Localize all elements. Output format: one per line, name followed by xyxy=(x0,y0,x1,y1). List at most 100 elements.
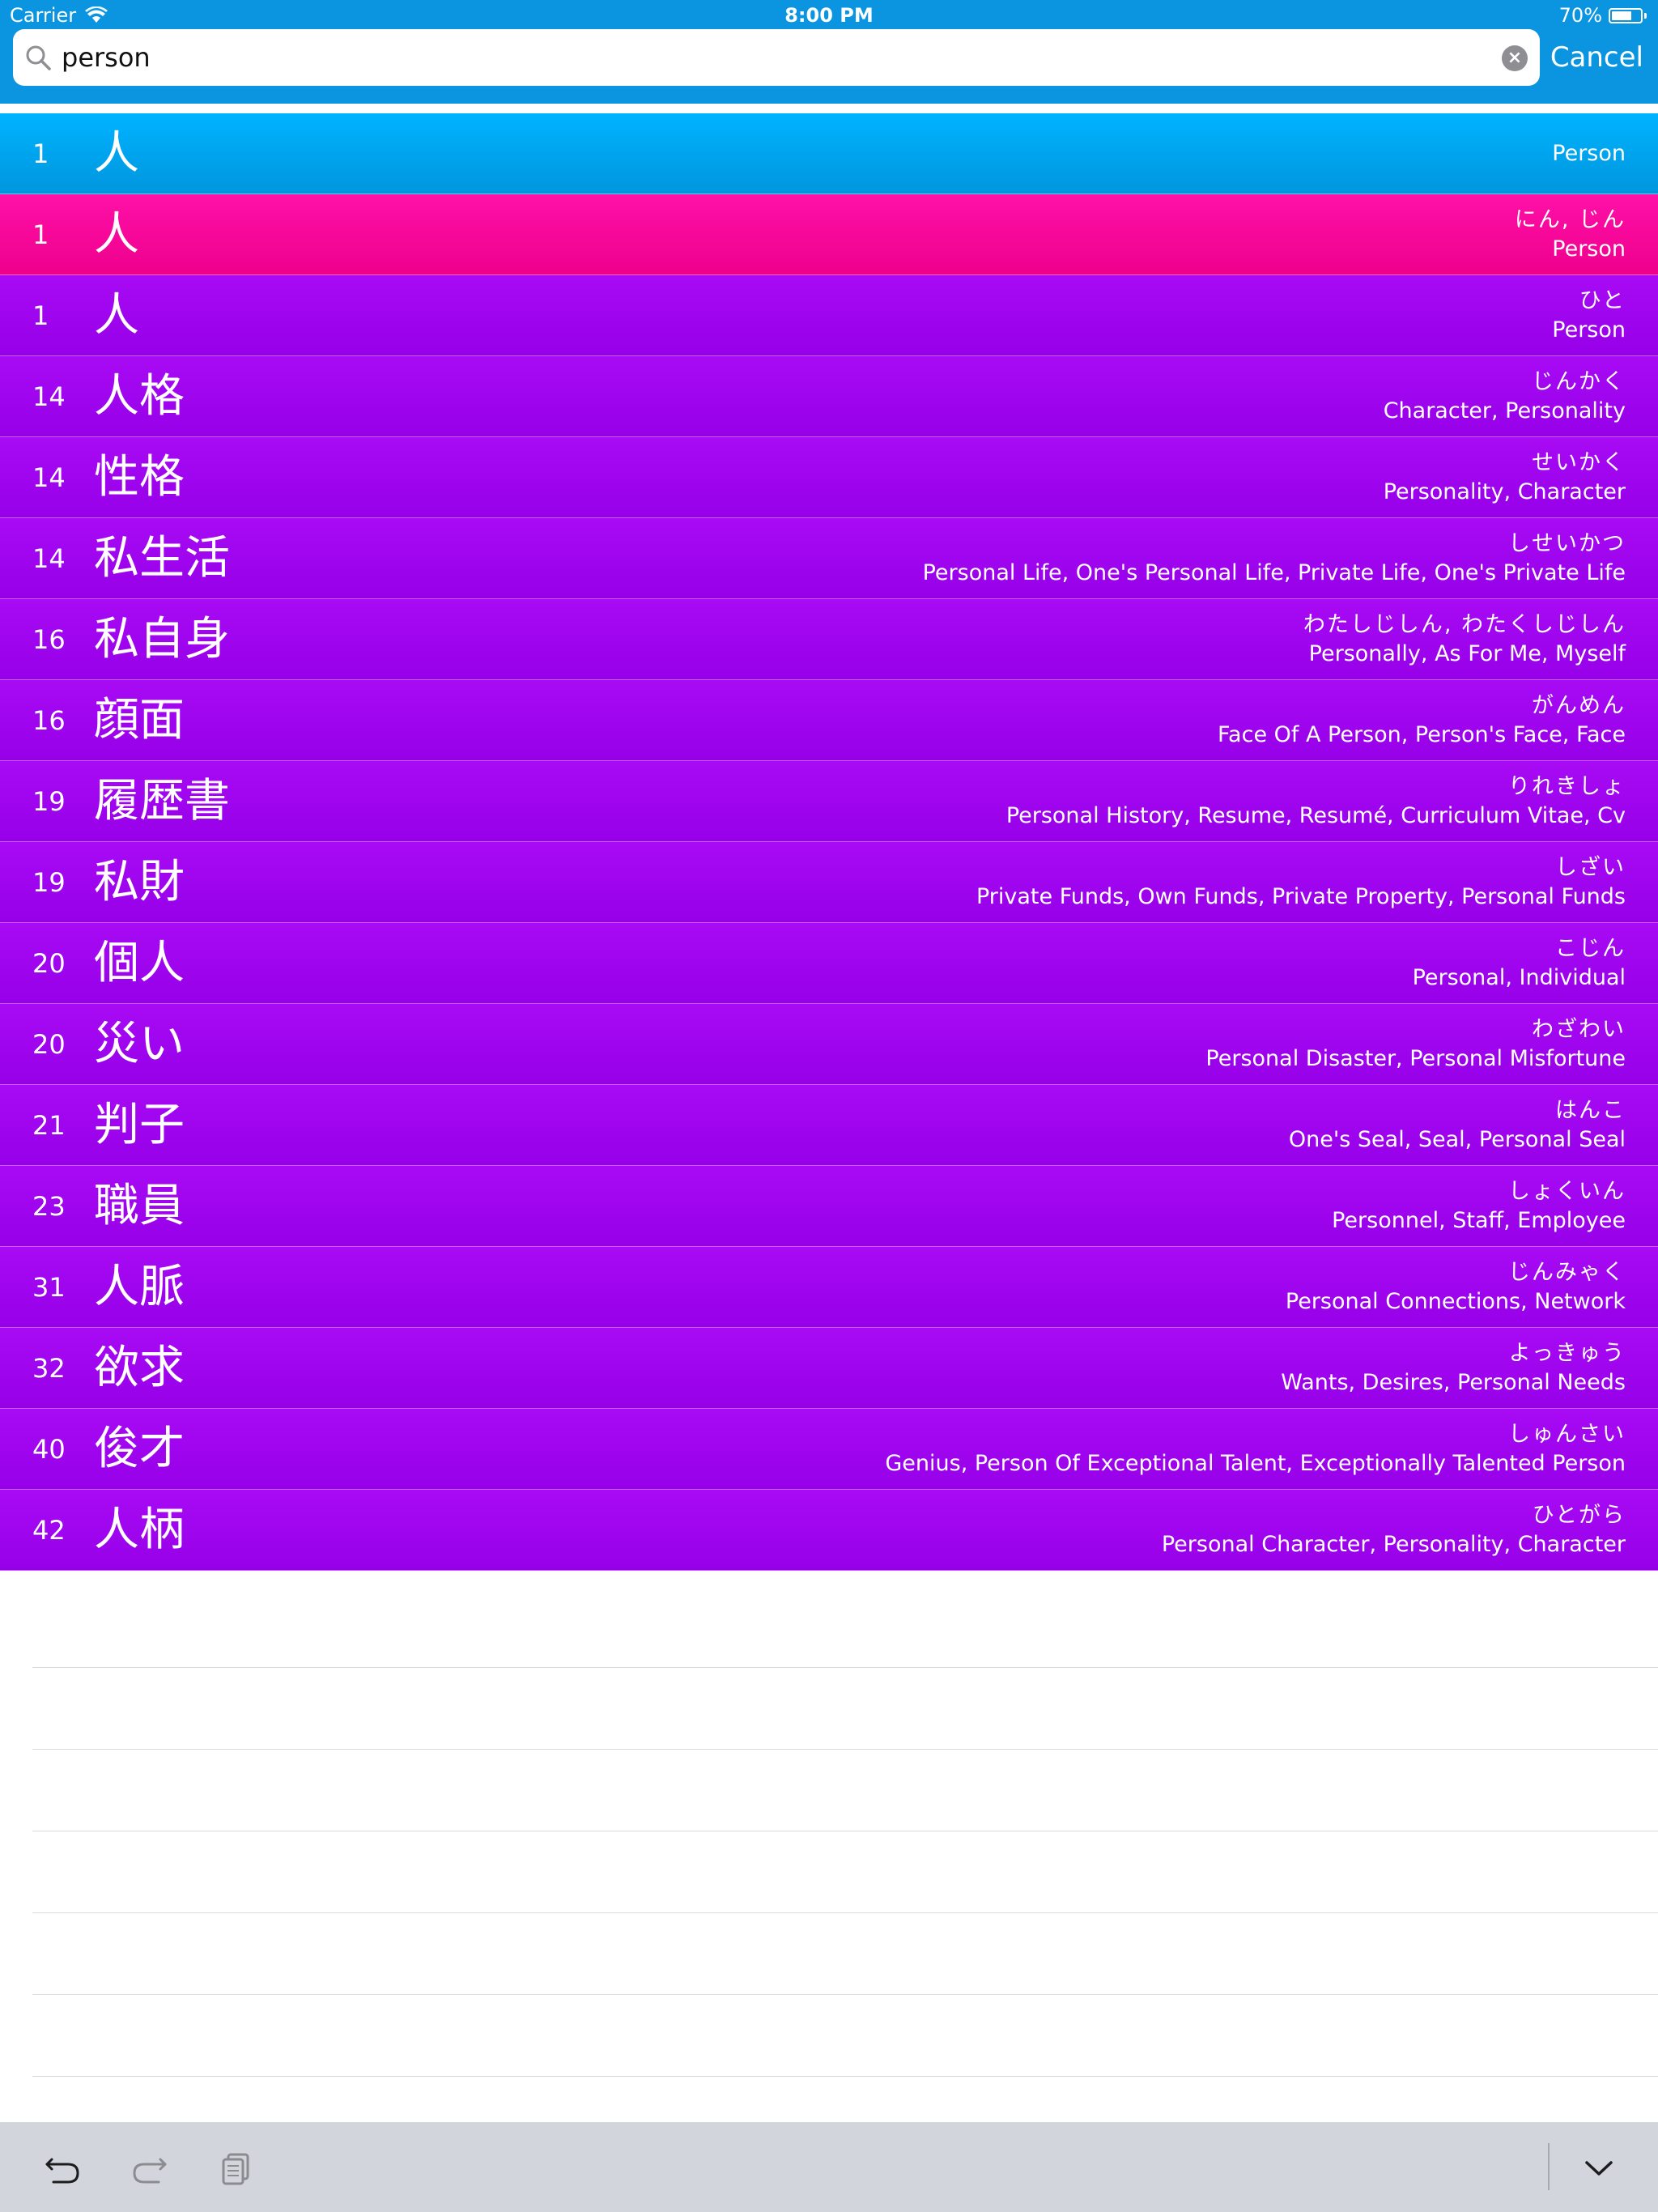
result-meaning: Personally, As For Me, Myself xyxy=(1308,641,1626,666)
redo-icon[interactable] xyxy=(130,2148,170,2189)
result-level: 40 xyxy=(32,1434,66,1465)
result-word: 性格 xyxy=(94,451,185,504)
result-meaning: Private Funds, Own Funds, Private Proper… xyxy=(976,884,1626,909)
result-word: 人 xyxy=(94,208,139,261)
result-level: 1 xyxy=(32,219,49,250)
result-row[interactable]: 1 人 Person xyxy=(0,113,1658,194)
result-word: 判子 xyxy=(94,1099,185,1151)
result-details: りれきしょ Personal History, Resume, Resumé, C… xyxy=(1006,761,1626,842)
result-row[interactable]: 19 履歴書 りれきしょ Personal History, Resume, Resu… xyxy=(0,761,1658,842)
status-bar: Carrier 8:00 PM 70% xyxy=(0,0,1658,31)
result-word: 個人 xyxy=(94,937,185,989)
result-reading: じんかく xyxy=(1532,369,1626,394)
clear-search-icon[interactable]: × xyxy=(1502,45,1528,71)
result-row[interactable]: 42 人柄 ひとがら Personal Character, Personality,… xyxy=(0,1490,1658,1571)
result-reading: りれきしょ xyxy=(1508,774,1626,799)
results-list: 1 人 Person 1 人にん, じん Person 1 人ひと Person 14 人格 じんかく… xyxy=(0,113,1658,1571)
result-row[interactable]: 14 性格 せいかく Personality, Character xyxy=(0,437,1658,518)
battery-percent: 70% xyxy=(1558,4,1602,27)
result-row[interactable]: 14 人格 じんかく Character, Personality xyxy=(0,356,1658,437)
result-meaning: Face Of A Person, Person's Face, Face xyxy=(1218,722,1626,747)
result-reading: わざわい xyxy=(1532,1017,1626,1042)
result-word: 私生活 xyxy=(94,532,230,585)
result-details: がんめん Face Of A Person, Person's Face, Fac… xyxy=(1218,680,1626,761)
result-row[interactable]: 1 人 ひと Person xyxy=(0,275,1658,356)
result-details: Person xyxy=(1552,113,1626,194)
result-details: ひとがら Personal Character, Personality, Cha… xyxy=(1162,1490,1626,1571)
result-level: 1 xyxy=(32,300,49,331)
result-reading: せいかく xyxy=(1532,450,1626,475)
result-level: 21 xyxy=(32,1110,66,1141)
result-reading: ひとがら xyxy=(1532,1503,1626,1528)
result-meaning: Personality, Character xyxy=(1383,479,1626,504)
result-level: 16 xyxy=(32,705,66,736)
result-details: わざわい Personal Disaster, Personal Misfortu… xyxy=(1205,1004,1626,1085)
result-meaning: Genius, Person Of Exceptional Talent, Ex… xyxy=(885,1451,1626,1476)
result-meaning: Personal History, Resume, Resumé, Curric… xyxy=(1005,803,1626,828)
result-word: 人 xyxy=(94,289,139,342)
empty-row-separator xyxy=(32,1912,1658,1913)
result-level: 14 xyxy=(32,381,66,412)
result-level: 42 xyxy=(32,1515,66,1546)
result-reading: にん, じん xyxy=(1514,207,1626,232)
result-row[interactable]: 20 災い わざわい Personal Disaster, Personal Misf… xyxy=(0,1004,1658,1085)
result-reading: しざい xyxy=(1555,855,1626,880)
clipboard-icon[interactable] xyxy=(217,2148,257,2189)
result-row[interactable]: 1 人 にん, じん Person xyxy=(0,194,1658,275)
result-level: 16 xyxy=(32,624,66,655)
result-details: しざい Private Funds, Own Funds, Private Pro… xyxy=(976,842,1626,923)
result-row[interactable]: 16 顔面 がんめん Face Of A Person, Person's Face,… xyxy=(0,680,1658,761)
result-row[interactable]: 40 俊才 しゅんさい Genius, Person Of Exceptional T… xyxy=(0,1409,1658,1490)
result-row[interactable]: 21 判子 はんこ One's Seal, Seal, Personal Seal xyxy=(0,1085,1658,1166)
result-reading: よっきゅう xyxy=(1508,1341,1626,1366)
result-row[interactable]: 20 個人 こじん Personal, Individual xyxy=(0,923,1658,1004)
result-reading: ひと xyxy=(1579,288,1626,313)
result-level: 23 xyxy=(32,1191,66,1222)
result-word: 欲求 xyxy=(94,1342,185,1394)
result-meaning: Person xyxy=(1552,236,1626,262)
result-row[interactable]: 23 職員 しょくいん Personnel, Staff, Employee xyxy=(0,1166,1658,1247)
result-row[interactable]: 19 私財 しざい Private Funds, Own Funds, Private… xyxy=(0,842,1658,923)
result-reading: じんみゃく xyxy=(1508,1260,1626,1285)
chevron-down-icon[interactable] xyxy=(1579,2148,1619,2189)
result-level: 1 xyxy=(32,138,49,169)
result-level: 14 xyxy=(32,462,66,493)
result-word: 人 xyxy=(94,127,139,180)
result-reading: こじん xyxy=(1555,936,1626,961)
result-level: 32 xyxy=(32,1353,66,1384)
result-details: じんかく Character, Personality xyxy=(1384,356,1626,437)
result-word: 履歴書 xyxy=(94,775,230,827)
result-details: しゅんさい Genius, Person Of Exceptional Talen… xyxy=(885,1409,1626,1490)
search-input[interactable]: person × xyxy=(13,29,1540,86)
search-icon xyxy=(26,45,51,70)
search-header: Carrier 8:00 PM 70% person × Cancel xyxy=(0,0,1658,104)
result-reading: しせいかつ xyxy=(1508,531,1626,556)
result-reading: しょくいん xyxy=(1508,1179,1626,1204)
result-details: にん, じん Person xyxy=(1515,194,1626,275)
result-details: わたしじしん, わたくしじしん Personally, As For Me, My… xyxy=(1303,599,1626,680)
toolbar-divider xyxy=(1548,2143,1550,2190)
undo-icon[interactable] xyxy=(42,2148,83,2189)
result-details: よっきゅう Wants, Desires, Personal Needs xyxy=(1281,1328,1626,1409)
result-word: 俊才 xyxy=(94,1423,185,1475)
result-meaning: Personal Connections, Network xyxy=(1285,1289,1626,1314)
result-row[interactable]: 14 私生活 しせいかつ Personal Life, One's Personal … xyxy=(0,518,1658,599)
result-meaning: One's Seal, Seal, Personal Seal xyxy=(1288,1127,1626,1152)
result-level: 19 xyxy=(32,867,66,898)
result-meaning: Character, Personality xyxy=(1383,398,1626,423)
result-word: 私財 xyxy=(94,856,185,908)
result-word: 災い xyxy=(94,1018,185,1070)
cancel-button[interactable]: Cancel xyxy=(1550,29,1643,86)
result-row[interactable]: 16 私自身 わたしじしん, わたくしじしん Personally, As For M… xyxy=(0,599,1658,680)
result-meaning: Personal Character, Personality, Charact… xyxy=(1161,1532,1626,1557)
result-meaning: Personal Disaster, Personal Misfortune xyxy=(1205,1046,1626,1071)
empty-row-separator xyxy=(32,1994,1658,1995)
result-row[interactable]: 32 欲求 よっきゅう Wants, Desires, Personal Needs xyxy=(0,1328,1658,1409)
result-row[interactable]: 31 人脈 じんみゃく Personal Connections, Network xyxy=(0,1247,1658,1328)
result-details: こじん Personal, Individual xyxy=(1413,923,1626,1004)
result-details: せいかく Personality, Character xyxy=(1384,437,1626,518)
result-level: 20 xyxy=(32,948,66,979)
battery-icon xyxy=(1609,7,1643,23)
search-query[interactable]: person xyxy=(62,29,151,86)
result-meaning: Wants, Desires, Personal Needs xyxy=(1281,1370,1626,1395)
